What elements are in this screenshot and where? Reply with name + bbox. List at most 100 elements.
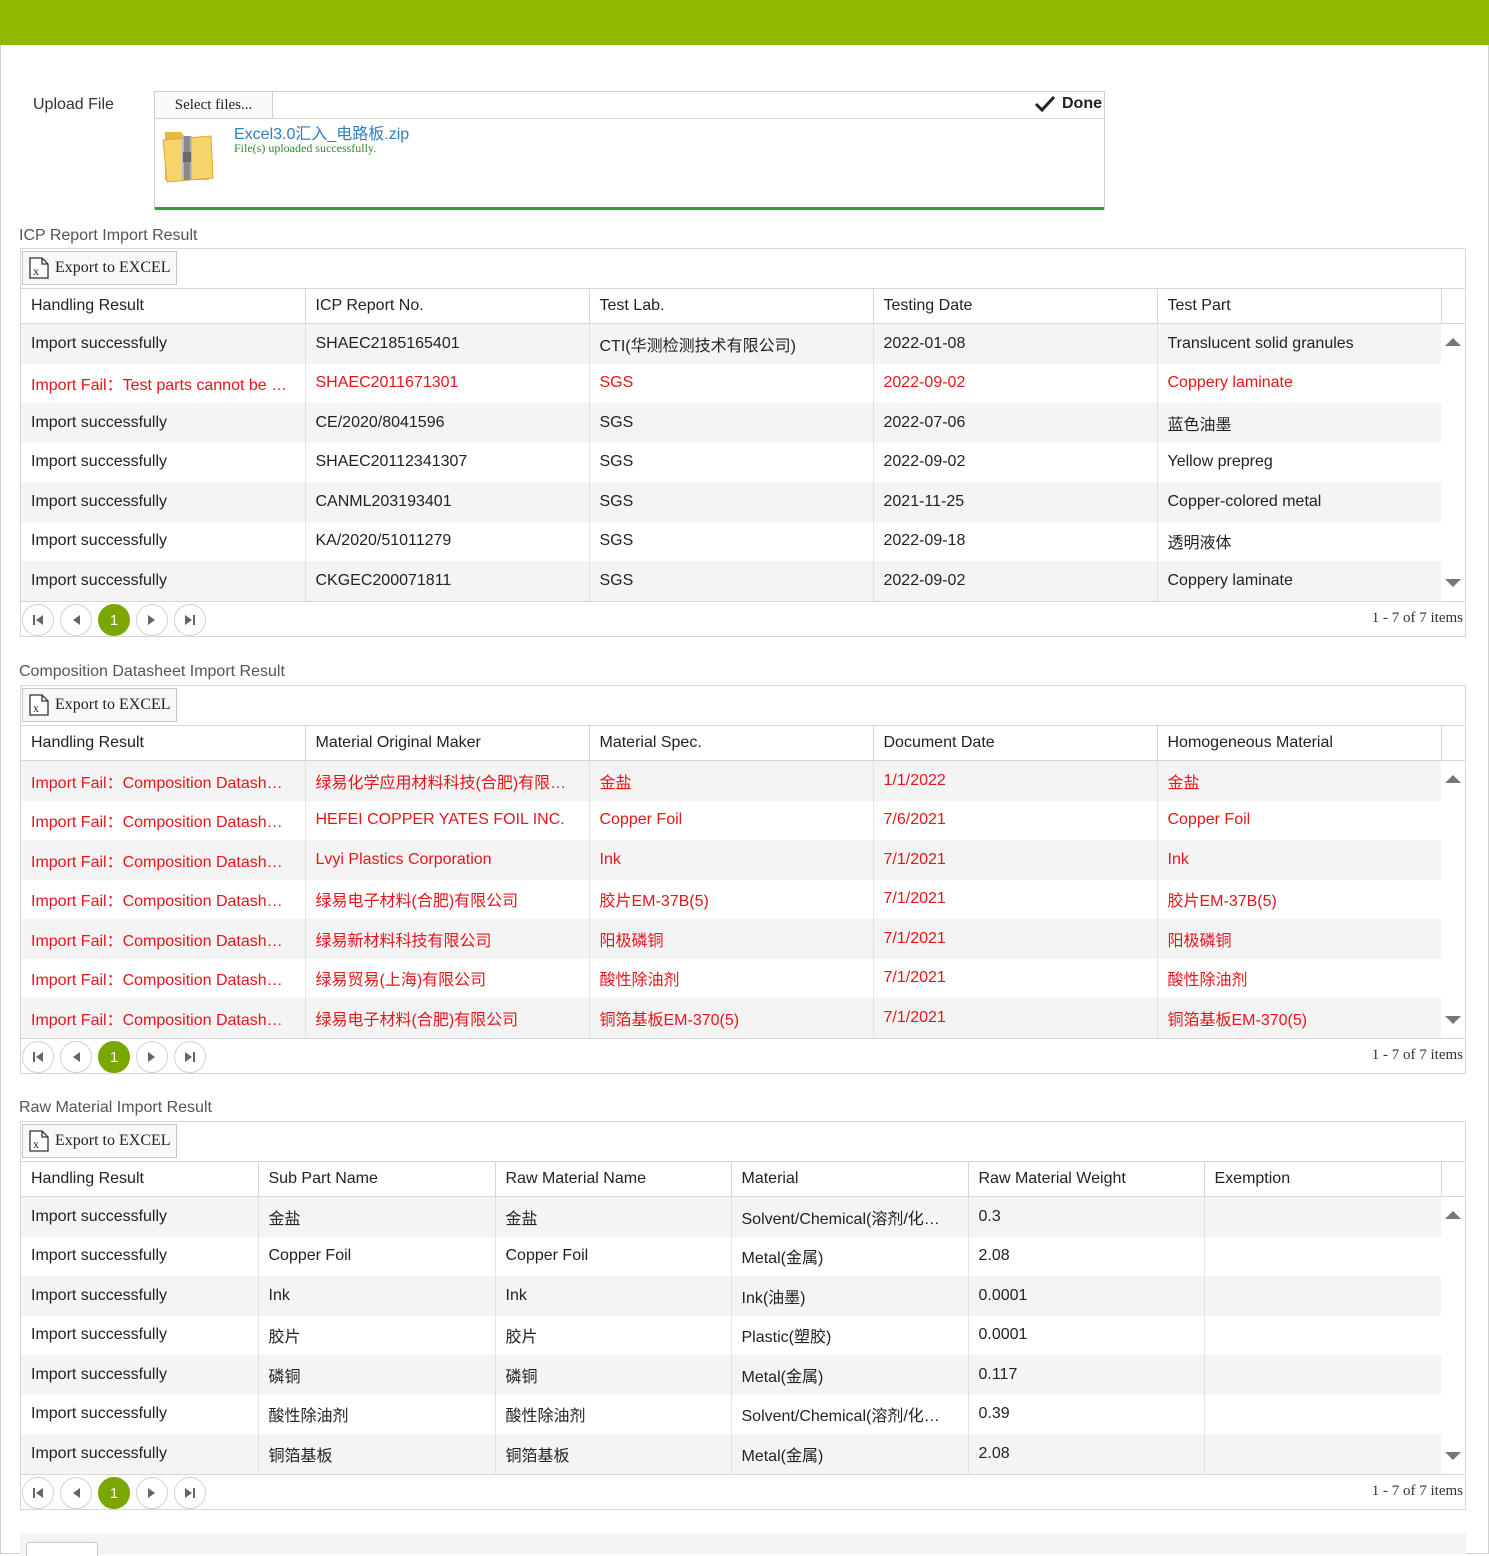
table-row[interactable]: Import Fail：Composition Datash… 绿易贸易(上海)有… [21,958,1442,998]
table-cell: 胶片EM-37B(5) [1157,879,1442,919]
next-page-icon[interactable] [136,1041,168,1073]
table-row[interactable]: Import successfully 磷铜 磷铜 Metal(金属) 0.117 [21,1355,1442,1395]
icp-col-testing-date[interactable]: Testing Date [873,289,1158,324]
next-page-icon[interactable] [136,604,168,636]
table-cell: Coppery laminate [1157,561,1442,601]
last-page-icon[interactable] [174,1041,206,1073]
prev-page-icon[interactable] [60,604,92,636]
table-row[interactable]: Import successfully 胶片 胶片 Plastic(塑胶) 0.0001 [21,1315,1442,1355]
current-page-button[interactable]: 1 [98,604,130,636]
prev-page-icon[interactable] [60,1477,92,1509]
table-row[interactable]: Import Fail：Composition Datash… 绿易电子材料(合肥… [21,879,1442,919]
scroll-down-arrow-icon[interactable] [1445,579,1461,587]
comp-col-material-spec[interactable]: Material Spec. [589,726,874,761]
table-cell: Import successfully [21,1434,259,1474]
icp-col-report-no[interactable]: ICP Report No. [305,289,590,324]
raw-col-weight[interactable]: Raw Material Weight [968,1162,1205,1197]
table-cell [1204,1197,1442,1237]
table-row[interactable]: Import Fail：Composition Datash… 绿易电子材料(合肥… [21,998,1442,1038]
table-cell: Ink [258,1276,496,1316]
scroll-up-arrow-icon[interactable] [1445,338,1461,346]
comp-col-handling-result[interactable]: Handling Result [21,726,306,761]
comp-col-document-date[interactable]: Document Date [873,726,1158,761]
icp-table-body[interactable]: Import successfully SHAEC2185165401 CTI(华测… [21,324,1465,601]
scroll-down-arrow-icon[interactable] [1445,1016,1461,1024]
current-page-button[interactable]: 1 [98,1477,130,1509]
first-page-icon[interactable] [22,1041,54,1073]
table-cell: Solvent/Chemical(溶剂/化… [731,1197,969,1237]
table-cell: Copper-colored metal [1157,482,1442,522]
table-row[interactable]: Import successfully SHAEC2185165401 CTI(华测… [21,324,1442,364]
comp-export-excel-button[interactable]: x Export to EXCEL [22,688,177,722]
table-cell: 磷铜 [495,1355,732,1395]
table-row[interactable]: Import successfully KA/2020/51011279 SGS 20… [21,521,1442,561]
icp-scrollbar[interactable] [1441,324,1465,601]
table-row[interactable]: Import successfully Copper Foil Copper Foi… [21,1236,1442,1276]
select-files-button[interactable]: Select files... [155,92,273,119]
table-row[interactable]: Import Fail：Composition Datash… HEFEI COP… [21,800,1442,840]
first-page-icon[interactable] [22,604,54,636]
excel-file-icon: x [29,694,49,716]
comp-scrollbar[interactable] [1441,761,1465,1038]
raw-table-body[interactable]: Import successfully 金盐 金盐 Solvent/Chemical(… [21,1197,1465,1474]
table-row[interactable]: Import successfully CKGEC200071811 SGS 2022… [21,561,1442,601]
table-cell: Import Fail：Composition Datash… [21,998,306,1038]
table-cell: 1/1/2022 [873,761,1158,801]
table-row[interactable]: Import successfully 铜箔基板 铜箔基板 Metal(金属) 2.08 [21,1434,1442,1474]
raw-col-exemption[interactable]: Exemption [1204,1162,1442,1197]
table-row[interactable]: Import successfully Ink Ink Ink(油墨) 0.0001 [21,1276,1442,1316]
raw-col-material[interactable]: Material [731,1162,969,1197]
raw-section-title: Raw Material Import Result [19,1099,212,1116]
table-cell: Plastic(塑胶) [731,1315,969,1355]
comp-col-homogeneous-material[interactable]: Homogeneous Material [1157,726,1442,761]
table-row[interactable]: Import successfully SHAEC20112341307 SGS 20… [21,442,1442,482]
table-cell: 胶片EM-37B(5) [589,879,874,919]
excel-file-icon: x [29,1130,49,1152]
icp-col-spacer [1441,289,1465,324]
table-row[interactable]: Import successfully CE/2020/8041596 SGS 202… [21,403,1442,443]
prev-page-icon[interactable] [60,1041,92,1073]
table-cell: SGS [589,482,874,522]
table-row[interactable]: Import Fail：Composition Datash… 绿易化学应用材料科… [21,761,1442,801]
scroll-up-arrow-icon[interactable] [1445,775,1461,783]
first-page-icon[interactable] [22,1477,54,1509]
last-page-icon[interactable] [174,1477,206,1509]
next-page-icon[interactable] [136,1477,168,1509]
icp-col-handling-result[interactable]: Handling Result [21,289,306,324]
comp-rows: Import Fail：Composition Datash… 绿易化学应用材料科… [21,761,1442,1038]
checkmark-icon [1034,95,1056,113]
table-cell: 绿易新材料科技有限公司 [305,919,590,959]
table-row[interactable]: Import successfully CANML203193401 SGS 2021… [21,482,1442,522]
raw-col-sub-part-name[interactable]: Sub Part Name [258,1162,496,1197]
table-cell: 2022-09-02 [873,442,1158,482]
table-cell: Import Fail：Composition Datash… [21,958,306,998]
current-page-button[interactable]: 1 [98,1041,130,1073]
table-cell: Import Fail：Composition Datash… [21,919,306,959]
icp-col-test-part[interactable]: Test Part [1157,289,1442,324]
table-row[interactable]: Import successfully 酸性除油剂 酸性除油剂 Solvent/Che… [21,1394,1442,1434]
last-page-icon[interactable] [174,604,206,636]
table-cell: 0.3 [968,1197,1205,1237]
icp-export-excel-button[interactable]: x Export to EXCEL [22,251,177,285]
comp-table-body[interactable]: Import Fail：Composition Datash… 绿易化学应用材料科… [21,761,1465,1038]
raw-col-handling-result[interactable]: Handling Result [21,1162,259,1197]
scroll-up-arrow-icon[interactable] [1445,1211,1461,1219]
raw-export-excel-button[interactable]: x Export to EXCEL [22,1124,177,1158]
raw-col-raw-material-name[interactable]: Raw Material Name [495,1162,732,1197]
table-cell: 阳极磷铜 [589,919,874,959]
table-cell: 2021-11-25 [873,482,1158,522]
raw-scrollbar[interactable] [1441,1197,1465,1474]
table-row[interactable]: Import Fail：Composition Datash… Lvyi Plas… [21,840,1442,880]
table-row[interactable]: Import Fail：Test parts cannot be … SHAEC2… [21,363,1442,403]
export-label: Export to EXCEL [55,1132,171,1149]
comp-col-original-maker[interactable]: Material Original Maker [305,726,590,761]
icp-col-test-lab[interactable]: Test Lab. [589,289,874,324]
table-cell: Import successfully [21,561,306,601]
table-cell: 2022-01-08 [873,324,1158,364]
scroll-down-arrow-icon[interactable] [1445,1452,1461,1460]
table-cell: Copper Foil [1157,800,1442,840]
table-row[interactable]: Import Fail：Composition Datash… 绿易新材料科技有限… [21,919,1442,959]
table-cell: Metal(金属) [731,1434,969,1474]
table-row[interactable]: Import successfully 金盐 金盐 Solvent/Chemical(… [21,1197,1442,1237]
comp-table-header: Handling Result Material Original Maker … [21,726,1465,761]
